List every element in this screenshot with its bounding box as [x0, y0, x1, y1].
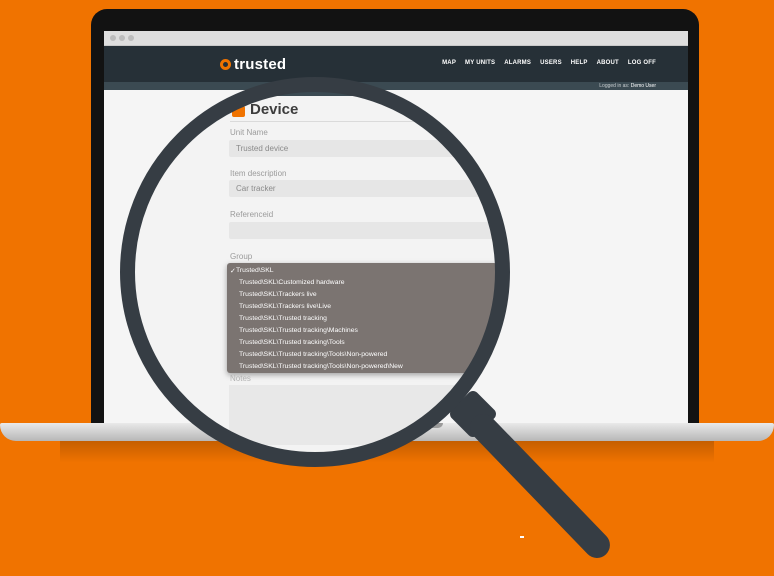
nav-link-log-off[interactable]: LOG OFF — [628, 60, 656, 66]
window-close-dot[interactable] — [110, 35, 116, 41]
window-minimize-dot[interactable] — [119, 35, 125, 41]
nav-link-alarms[interactable]: ALARMS — [504, 60, 531, 66]
nav-link-users[interactable]: USERS — [540, 60, 562, 66]
window-title-bar — [104, 31, 688, 46]
window-maximize-dot[interactable] — [128, 35, 134, 41]
nav-link-help[interactable]: HELP — [571, 60, 588, 66]
logged-in-user: Demo User — [630, 83, 656, 89]
top-nav: trusted MAP MY UNITS ALARMS USERS HELP A… — [104, 46, 688, 82]
nav-link-my-units[interactable]: MY UNITS — [465, 60, 495, 66]
magnifier-ring — [120, 77, 510, 467]
logged-in-prefix: Logged in as: — [599, 83, 630, 89]
nav-links: MAP MY UNITS ALARMS USERS HELP ABOUT LOG… — [442, 60, 656, 66]
nav-link-map[interactable]: MAP — [442, 60, 456, 66]
logo[interactable]: trusted — [220, 54, 286, 74]
logged-in-text: Logged in as: Demo User — [599, 83, 656, 89]
nav-link-about[interactable]: ABOUT — [597, 60, 619, 66]
decorative-dash — [520, 536, 524, 538]
logo-text: trusted — [234, 55, 287, 73]
location-pin-icon — [220, 58, 231, 70]
